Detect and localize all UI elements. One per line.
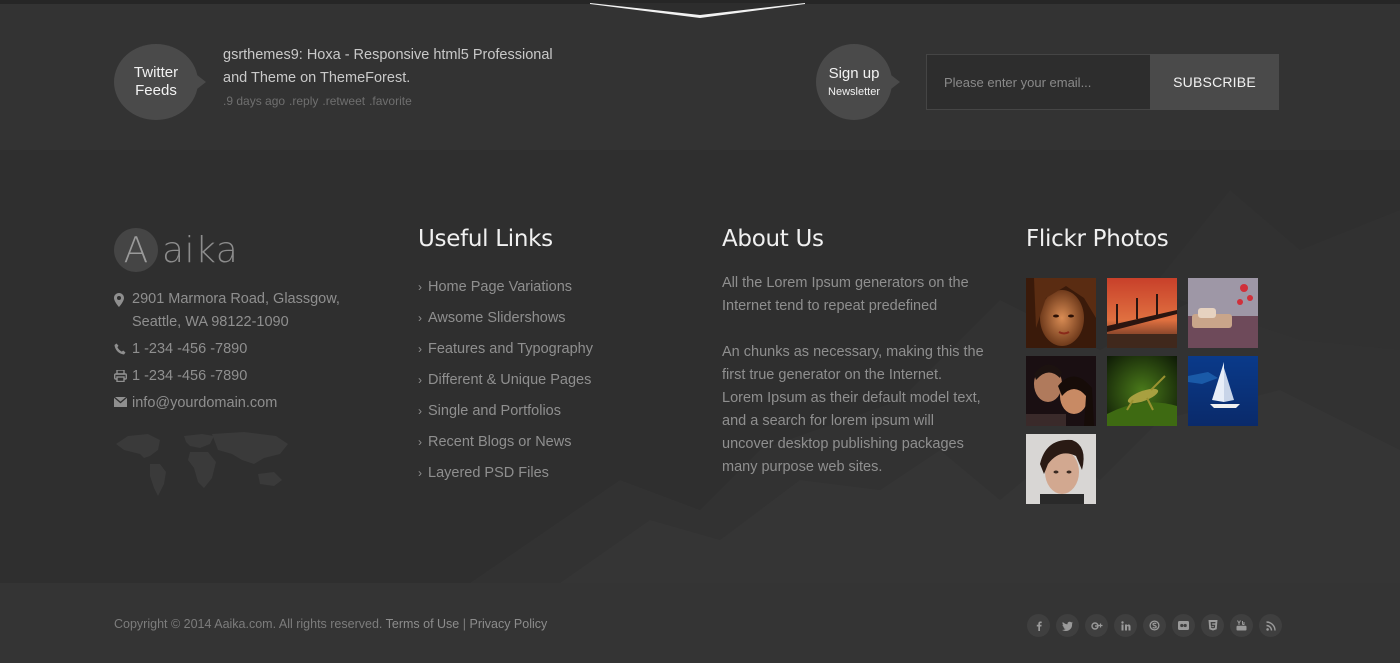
linkedin-icon[interactable] bbox=[1114, 614, 1137, 637]
tweet-retweet-link[interactable]: .retweet bbox=[322, 94, 365, 108]
signup-badge-line2: Newsletter bbox=[828, 86, 880, 98]
chevron-right-icon: › bbox=[418, 280, 422, 294]
printer-icon bbox=[114, 365, 132, 388]
contact-phone: 1 -234 -456 -7890 bbox=[114, 338, 374, 361]
chevron-right-icon: › bbox=[418, 342, 422, 356]
flickr-photo-bridge-sunset[interactable] bbox=[1107, 278, 1177, 348]
twitter-icon[interactable] bbox=[1056, 614, 1079, 637]
bottom-bar: Copyright © 2014 Aaika.com. All rights r… bbox=[0, 583, 1400, 663]
section-notch bbox=[590, 3, 805, 18]
flickr-photos-heading: Flickr Photos bbox=[1026, 226, 1169, 252]
twitter-badge-line2: Feeds bbox=[135, 82, 177, 99]
contact-fax: 1 -234 -456 -7890 bbox=[114, 365, 374, 388]
link-label: Features and Typography bbox=[428, 341, 593, 357]
map-marker-icon bbox=[114, 288, 132, 334]
flickr-photo-bedroom-interior[interactable] bbox=[1188, 278, 1258, 348]
envelope-icon bbox=[114, 392, 132, 415]
contact-email: info@yourdomain.com bbox=[114, 392, 374, 415]
link-label: Recent Blogs or News bbox=[428, 434, 572, 450]
link-label: Different & Unique Pages bbox=[428, 372, 592, 388]
about-us-heading: About Us bbox=[722, 226, 824, 252]
chevron-right-icon: › bbox=[418, 404, 422, 418]
chevron-right-icon: › bbox=[418, 311, 422, 325]
email-text[interactable]: info@yourdomain.com bbox=[132, 392, 277, 415]
main-footer: A aika 2901 Marmora Road, Glassgow, Seatt… bbox=[0, 150, 1400, 583]
tweet-meta: .9 days ago .reply .retweet .favorite bbox=[223, 94, 416, 108]
about-paragraph-1: All the Lorem Ipsum generators on the In… bbox=[722, 275, 969, 314]
flickr-icon[interactable] bbox=[1172, 614, 1195, 637]
rss-icon[interactable] bbox=[1259, 614, 1282, 637]
link-label: Single and Portfolios bbox=[428, 403, 561, 419]
privacy-policy-link[interactable]: Privacy Policy bbox=[469, 617, 547, 631]
contact-address: 2901 Marmora Road, Glassgow, Seattle, WA … bbox=[114, 288, 374, 334]
flickr-photo-sailboat-sea[interactable] bbox=[1188, 356, 1258, 426]
tweet-text[interactable]: gsrthemes9: Hoxa - Responsive html5 Prof… bbox=[223, 44, 573, 90]
address-line1: 2901 Marmora Road, Glassgow, bbox=[132, 291, 340, 307]
address-line2: Seattle, WA 98122-1090 bbox=[132, 314, 289, 330]
address-text: 2901 Marmora Road, Glassgow, Seattle, WA … bbox=[132, 288, 340, 334]
skype-icon[interactable] bbox=[1143, 614, 1166, 637]
flickr-photo-grid bbox=[1026, 278, 1266, 504]
aaika-logo[interactable]: A aika bbox=[114, 228, 238, 272]
terms-of-use-link[interactable]: Terms of Use bbox=[386, 617, 460, 631]
link-different-unique-pages[interactable]: › Different & Unique Pages bbox=[418, 369, 593, 392]
link-single-portfolios[interactable]: › Single and Portfolios bbox=[418, 400, 593, 423]
contact-list: 2901 Marmora Road, Glassgow, Seattle, WA … bbox=[114, 288, 374, 419]
phone-text[interactable]: 1 -234 -456 -7890 bbox=[132, 338, 247, 361]
about-paragraph-2: An chunks as necessary, making this the … bbox=[722, 344, 984, 475]
facebook-icon[interactable] bbox=[1027, 614, 1050, 637]
link-label: Home Page Variations bbox=[428, 279, 573, 295]
signup-badge-line1: Sign up bbox=[828, 65, 880, 82]
signup-newsletter-badge: Sign up Newsletter bbox=[816, 44, 900, 120]
fax-text: 1 -234 -456 -7890 bbox=[132, 368, 248, 384]
tweet-reply-link[interactable]: .reply bbox=[289, 94, 318, 108]
copyright-notice: Copyright © 2014 Aaika.com. All rights r… bbox=[114, 617, 547, 631]
chevron-right-icon: › bbox=[418, 373, 422, 387]
chevron-right-icon: › bbox=[418, 435, 422, 449]
social-links bbox=[1027, 614, 1282, 637]
about-us-text: All the Lorem Ipsum generators on the In… bbox=[722, 272, 987, 502]
flickr-photo-grasshopper-leaf[interactable] bbox=[1107, 356, 1177, 426]
tweet-favorite-link[interactable]: .favorite bbox=[369, 94, 412, 108]
tweet-time[interactable]: .9 days ago bbox=[223, 94, 285, 108]
footer-link-separator: | bbox=[462, 617, 466, 631]
world-map-graphic bbox=[116, 432, 288, 496]
link-home-page-variations[interactable]: › Home Page Variations bbox=[418, 276, 593, 299]
flickr-photo-woman-portrait[interactable] bbox=[1026, 278, 1096, 348]
twitter-feeds-badge: Twitter Feeds bbox=[114, 44, 206, 120]
logo-letter-circle: A bbox=[114, 228, 158, 272]
google-plus-icon[interactable] bbox=[1085, 614, 1108, 637]
html5-icon[interactable] bbox=[1201, 614, 1224, 637]
flickr-photo-young-man-portrait[interactable] bbox=[1026, 434, 1096, 504]
twitter-badge-line1: Twitter bbox=[133, 64, 179, 81]
useful-links-list: › Home Page Variations › Awsome Slidershow… bbox=[418, 276, 593, 493]
useful-links-heading: Useful Links bbox=[418, 226, 553, 252]
link-label: Awsome Slidershows bbox=[428, 310, 566, 326]
logo-text: aika bbox=[162, 229, 239, 271]
flickr-photo-couple-portrait[interactable] bbox=[1026, 356, 1096, 426]
link-layered-psd-files[interactable]: › Layered PSD Files bbox=[418, 462, 593, 485]
youtube-icon[interactable] bbox=[1230, 614, 1253, 637]
newsletter-email-input[interactable] bbox=[926, 54, 1151, 110]
link-features-typography[interactable]: › Features and Typography bbox=[418, 338, 593, 361]
copyright-text: Copyright © 2014 Aaika.com. All rights r… bbox=[114, 617, 383, 631]
chevron-right-icon: › bbox=[418, 466, 422, 480]
link-awsome-slidershows[interactable]: › Awsome Slidershows bbox=[418, 307, 593, 330]
link-label: Layered PSD Files bbox=[428, 465, 549, 481]
link-recent-blogs-news[interactable]: › Recent Blogs or News bbox=[418, 431, 593, 454]
newsletter-strip: Twitter Feeds gsrthemes9: Hoxa - Respons… bbox=[0, 0, 1400, 150]
phone-icon bbox=[114, 338, 132, 361]
subscribe-button[interactable]: SUBSCRIBE bbox=[1150, 54, 1279, 110]
